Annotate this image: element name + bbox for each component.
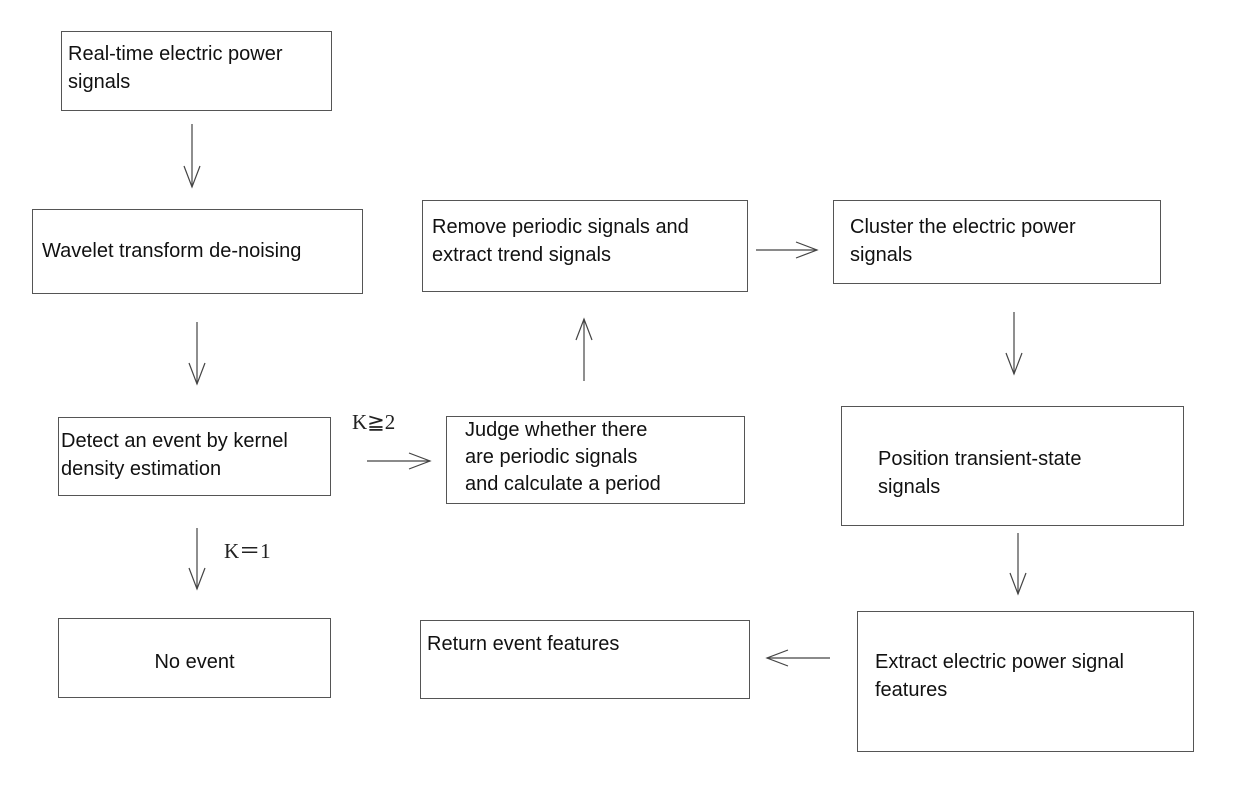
node-label: Wavelet transform de-noising: [42, 240, 302, 262]
node-label: Position transient-state signals: [878, 448, 1082, 498]
node-wavelet-denoising: Wavelet transform de-noising: [32, 209, 363, 294]
node-position-transient: Position transient-state signals: [841, 406, 1184, 526]
node-realtime-signals: Real-time electric power signals: [61, 31, 332, 111]
node-extract-features: Extract electric power signal features: [857, 611, 1194, 752]
node-label: Judge whether there are periodic signals…: [465, 419, 661, 495]
node-label: Detect an event by kernel density estima…: [61, 430, 288, 480]
condition-label-k-eq-1: K＝1: [224, 539, 271, 563]
node-remove-periodic: Remove periodic signals and extract tren…: [422, 200, 748, 292]
arrow-position-to-extract: [1009, 533, 1027, 596]
node-label: Return event features: [427, 633, 620, 655]
arrow-cluster-to-position: [1005, 312, 1023, 376]
node-label: Remove periodic signals and extract tren…: [432, 216, 689, 266]
node-label: No event: [154, 651, 235, 673]
arrow-extract-to-return: [765, 649, 830, 667]
arrow-remove-to-cluster: [756, 241, 819, 259]
arrow-wavelet-to-detect: [188, 322, 206, 386]
node-return-features: Return event features: [420, 620, 750, 699]
arrow-realtime-to-wavelet: [183, 124, 201, 189]
arrow-detect-to-judge: [367, 452, 432, 470]
node-label: Extract electric power signal features: [875, 651, 1124, 701]
condition-label-k-ge-2: K≧2: [352, 410, 396, 434]
node-label: Real-time electric power signals: [68, 43, 283, 93]
arrow-judge-to-remove: [575, 317, 593, 381]
node-no-event: No event: [58, 618, 331, 698]
node-detect-event: Detect an event by kernel density estima…: [58, 417, 331, 496]
node-label: Cluster the electric power signals: [850, 216, 1076, 266]
node-judge-periodic: Judge whether there are periodic signals…: [446, 416, 745, 504]
node-cluster-signals: Cluster the electric power signals: [833, 200, 1161, 284]
arrow-detect-to-no-event: [188, 528, 206, 591]
